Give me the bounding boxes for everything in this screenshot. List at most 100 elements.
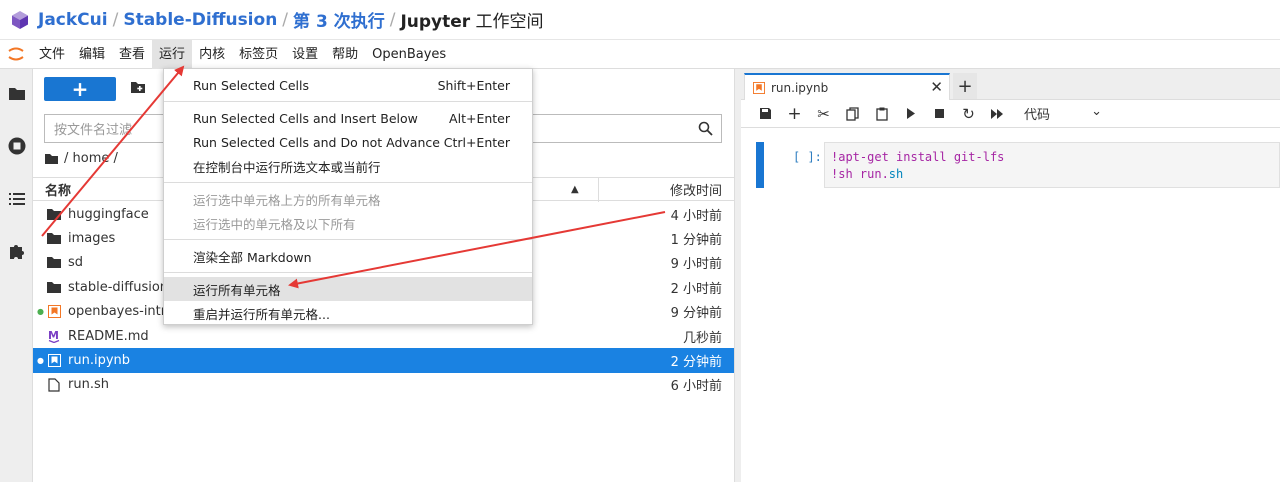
code-text: sh [888, 167, 904, 181]
running-sessions-icon[interactable] [6, 135, 27, 156]
close-icon[interactable]: ✕ [930, 78, 943, 96]
file-name: sd [68, 255, 84, 271]
new-launcher-button[interactable]: + [44, 77, 116, 101]
tab-run-ipynb[interactable]: run.ipynb ✕ [744, 73, 950, 100]
file-modified-time: 9 分钟前 [670, 306, 722, 322]
file-name: run.ipynb [68, 353, 131, 369]
column-divider [598, 178, 599, 202]
menu-item-run-no-advance[interactable]: Run Selected Cells and Do not Advance Ct… [164, 130, 532, 154]
menu-run[interactable]: 运行 [152, 39, 193, 69]
stop-icon[interactable] [925, 104, 954, 124]
cell-type-select[interactable]: 代码 ⌄ [1024, 104, 1102, 123]
menu-separator [164, 182, 532, 183]
cell-type-value: 代码 [1024, 108, 1051, 123]
menu-kernel[interactable]: 内核 [192, 40, 232, 69]
menu-help[interactable]: 帮助 [325, 40, 365, 69]
running-indicator: ● [37, 356, 44, 366]
menu-item-run-selected-cells[interactable]: Run Selected Cells Shift+Enter [164, 73, 532, 97]
file-name: stable-diffusion- [68, 279, 173, 295]
extension-puzzle-icon[interactable] [6, 240, 27, 261]
menu-item-label: 运行所有单元格 [193, 282, 281, 298]
file-name: huggingface [68, 206, 149, 222]
file-modified-time: 9 小时前 [670, 257, 722, 273]
column-modified-header[interactable]: 修改时间 [670, 180, 722, 199]
menu-openbayes[interactable]: OpenBayes [365, 40, 453, 69]
fast-forward-icon[interactable] [983, 104, 1012, 124]
search-icon [698, 121, 713, 136]
table-of-contents-icon[interactable] [6, 188, 27, 209]
menu-item-label: 在控制台中运行所选文本或当前行 [193, 159, 381, 175]
column-name-header[interactable]: 名称 [45, 180, 71, 199]
menu-item-label: Run Selected Cells [193, 77, 309, 93]
menu-item-run-all-cells[interactable]: 运行所有单元格 [164, 277, 532, 301]
run-icon[interactable] [896, 104, 925, 124]
top-breadcrumb-bar: JackCui / Stable-Diffusion / 第 3 次执行 / J… [0, 0, 1280, 40]
menu-item-restart-run-all[interactable]: 重启并运行所有单元格... [164, 301, 532, 325]
file-modified-time: 1 分钟前 [670, 233, 722, 249]
add-tab-button[interactable]: + [953, 73, 977, 99]
notebook-panel: run.ipynb ✕ + + ✂ ↻ 代码 ⌄ [ ]: !apt-get i… [741, 69, 1280, 482]
code-text: !sh run. [831, 167, 889, 181]
svg-text:M: M [48, 329, 59, 342]
panel-splitter[interactable] [734, 69, 741, 482]
workspace-name: Jupyter [400, 12, 471, 32]
menu-item-run-all-above: 运行选中单元格上方的所有单元格 [164, 187, 532, 211]
folder-icon[interactable] [44, 153, 59, 165]
file-modified-time: 2 小时前 [670, 281, 722, 297]
menu-edit[interactable]: 编辑 [72, 40, 112, 69]
menu-item-run-all-below: 运行选中的单元格及以下所有 [164, 211, 532, 235]
folder-icon [47, 280, 61, 294]
notebook-toolbar: + ✂ ↻ 代码 ⌄ [741, 100, 1280, 128]
menu-item-label: 渲染全部 Markdown [193, 249, 312, 265]
breadcrumb-user[interactable]: JackCui [38, 10, 108, 30]
file-name: openbayes-intro. [68, 304, 178, 320]
running-indicator: ● [37, 307, 44, 317]
activity-bar [0, 69, 33, 482]
breadcrumb-run[interactable]: 第 3 次执行 [293, 7, 385, 32]
menu-separator [164, 101, 532, 102]
file-name: run.sh [68, 377, 109, 393]
menu-item-render-markdown[interactable]: 渲染全部 Markdown [164, 244, 532, 268]
notebook-icon [753, 81, 765, 94]
file-name: README.md [68, 328, 149, 344]
path-text[interactable]: / home / [64, 151, 118, 166]
cell-prompt: [ ]: [793, 150, 822, 164]
menu-item-label: 运行选中的单元格及以下所有 [193, 216, 356, 232]
active-cell-indicator [756, 142, 764, 188]
menu-item-run-in-console[interactable]: 在控制台中运行所选文本或当前行 [164, 154, 532, 178]
cut-icon[interactable]: ✂ [809, 104, 838, 124]
folder-icon[interactable] [6, 83, 27, 104]
folder-icon [47, 232, 61, 246]
new-folder-icon[interactable] [130, 81, 146, 98]
insert-cell-icon[interactable]: + [780, 104, 809, 124]
notebook-icon [47, 354, 61, 368]
menu-separator [164, 272, 532, 273]
menu-separator [164, 239, 532, 240]
menu-item-run-insert-below[interactable]: Run Selected Cells and Insert Below Alt+… [164, 106, 532, 130]
breadcrumb-separator: / [112, 9, 119, 30]
tab-label: run.ipynb [771, 80, 829, 95]
restart-icon[interactable]: ↻ [954, 104, 983, 124]
chevron-down-icon: ⌄ [1091, 104, 1102, 119]
menu-item-label: Run Selected Cells and Insert Below [193, 110, 418, 126]
copy-icon[interactable] [838, 104, 867, 124]
file-row-readme[interactable]: M README.md 几秒前 [33, 324, 734, 348]
file-row-run-ipynb[interactable]: ● run.ipynb 2 分钟前 [33, 348, 734, 373]
menu-settings[interactable]: 设置 [285, 40, 325, 69]
cell-code-editor[interactable]: !apt-get install git-lfs !sh run.sh [824, 142, 1280, 188]
run-menu-dropdown: Run Selected Cells Shift+Enter Run Selec… [163, 68, 533, 325]
paste-icon[interactable] [867, 104, 896, 124]
code-cell[interactable]: [ ]: !apt-get install git-lfs !sh run.sh [756, 142, 1280, 188]
file-browser-toolbar: + [44, 77, 146, 101]
menu-item-label: 重启并运行所有单元格... [193, 306, 330, 322]
breadcrumb-project[interactable]: Stable-Diffusion [123, 10, 277, 30]
breadcrumb-workspace: Jupyter 工作空间 [400, 7, 543, 32]
sort-ascending-icon[interactable]: ▲ [571, 184, 579, 195]
menu-view[interactable]: 查看 [112, 40, 152, 69]
file-row-run-sh[interactable]: run.sh 6 小时前 [33, 373, 734, 397]
menu-file[interactable]: 文件 [32, 40, 72, 69]
menu-tabs[interactable]: 标签页 [232, 40, 285, 69]
code-line: !apt-get install git-lfs [831, 149, 1273, 166]
code-text: !apt-get install git-lfs [831, 150, 1005, 164]
save-icon[interactable] [751, 104, 780, 124]
